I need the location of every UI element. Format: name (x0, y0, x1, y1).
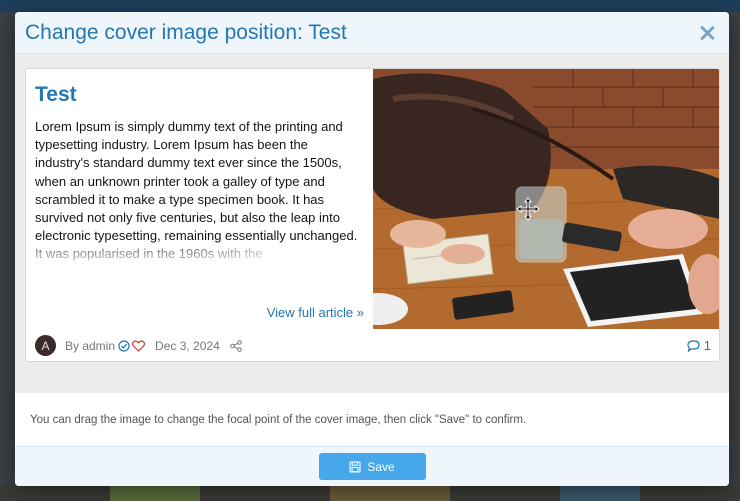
heart-icon[interactable] (132, 339, 146, 352)
article-title: Test (35, 83, 77, 106)
save-label: Save (367, 459, 395, 474)
comment-icon (687, 339, 700, 352)
cover-image-draggable[interactable] (373, 69, 719, 329)
instructions-text: You can drag the image to change the foc… (15, 393, 729, 447)
page-backdrop-top (0, 0, 740, 12)
dialog-title: Change cover image position: Test (25, 20, 347, 44)
cover-image (373, 69, 719, 329)
share-icon[interactable] (229, 339, 242, 352)
article-card-body: Test Lorem Ipsum is simply dummy text of… (26, 69, 373, 329)
comments-link[interactable]: 1 (687, 338, 711, 353)
author-label[interactable]: By admin (65, 339, 115, 353)
avatar[interactable]: A (35, 335, 56, 356)
dialog-footer: Save (15, 446, 729, 486)
close-icon[interactable] (697, 23, 717, 43)
article-card: Test Lorem Ipsum is simply dummy text of… (25, 68, 720, 362)
instructions-label: You can drag the image to change the foc… (30, 414, 527, 426)
comments-count: 1 (703, 338, 711, 353)
save-button[interactable]: Save (318, 453, 426, 480)
verified-icon (118, 339, 130, 352)
article-snippet: Lorem Ipsum is simply dummy text of the … (35, 118, 364, 264)
move-cursor-icon (516, 197, 540, 221)
page-backdrop-bottom (0, 486, 740, 501)
dialog-header: Change cover image position: Test (15, 12, 729, 54)
save-icon (349, 460, 361, 473)
page-backdrop-left (0, 12, 15, 501)
post-date: Dec 3, 2024 (155, 338, 220, 353)
cover-position-dialog: Change cover image position: Test Test L… (15, 12, 729, 486)
page-backdrop-right (728, 12, 740, 501)
view-full-article-link[interactable]: View full article » (267, 305, 364, 320)
article-preview-area: Test Lorem Ipsum is simply dummy text of… (15, 54, 729, 393)
article-meta-footer: A By admin Dec 3, 2024 1 (26, 329, 719, 361)
